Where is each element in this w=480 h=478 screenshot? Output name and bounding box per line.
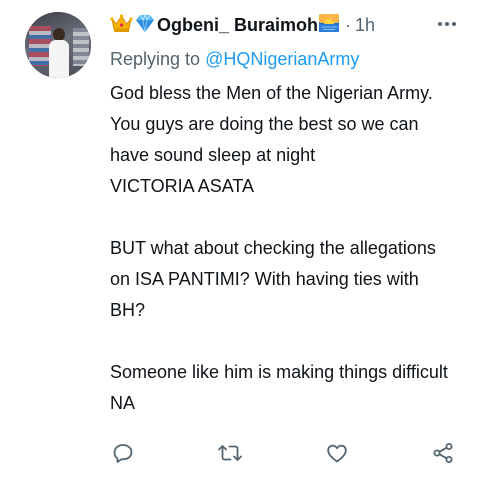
more-options-icon[interactable] (436, 14, 458, 34)
like-button[interactable] (324, 440, 350, 466)
tweet[interactable]: Ogbeni_ Buraimoh · 1h Replying to @HQNig… (0, 0, 480, 478)
reply-icon (113, 444, 133, 463)
sunrise-icon (318, 13, 340, 38)
action-bar (110, 440, 455, 466)
share-icon (433, 443, 453, 463)
replying-to-label: Replying to (110, 49, 201, 69)
retweet-icon (218, 445, 242, 461)
like-icon (327, 444, 347, 463)
replying-to-handle[interactable]: @HQNigerianArmy (205, 49, 359, 69)
tweet-header: Ogbeni_ Buraimoh · 1h (110, 12, 375, 38)
crown-icon (110, 13, 133, 38)
replying-to: Replying to @HQNigerianArmy (110, 49, 359, 70)
gem-icon (134, 13, 156, 38)
avatar[interactable] (25, 12, 91, 78)
separator-dot: · (345, 14, 352, 35)
share-button[interactable] (430, 440, 456, 466)
reply-button[interactable] (110, 440, 136, 466)
tweet-text: God bless the Men of the Nigerian Army. … (110, 83, 448, 413)
author-name[interactable]: Ogbeni_ Buraimoh (110, 13, 341, 38)
display-name: Ogbeni_ Buraimoh (157, 14, 319, 35)
retweet-button[interactable] (217, 440, 243, 466)
timestamp[interactable]: 1h (355, 15, 375, 36)
